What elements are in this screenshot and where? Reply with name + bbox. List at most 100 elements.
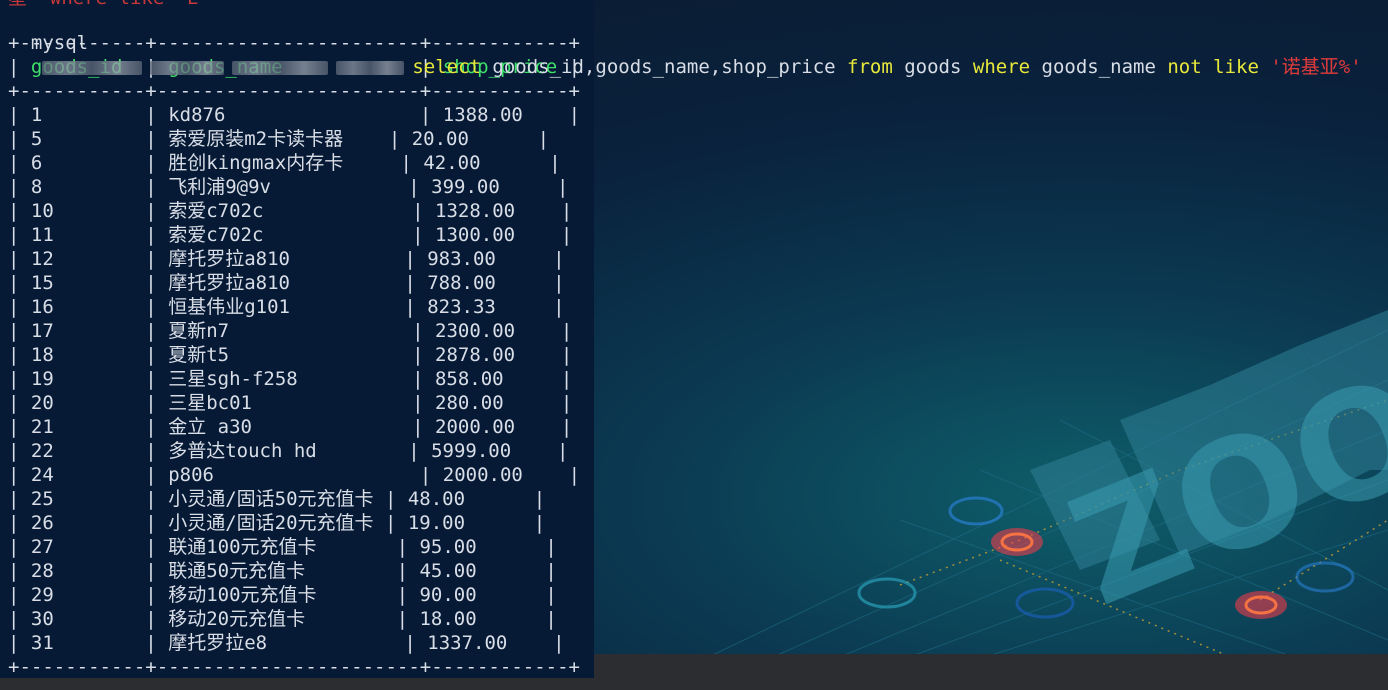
table-cell: 多普达touch hd <box>168 440 317 462</box>
terminal-window[interactable]: 星 where like 'E' +-----------+----------… <box>0 0 594 678</box>
table-row: | 28 | 联通50元充值卡 | 45.00 | <box>8 560 557 582</box>
table-cell: 29 <box>30 584 54 606</box>
table-row: | 10 | 索爱c702c | 1328.00 | <box>8 200 573 222</box>
command-line[interactable]: mysql select goods_id,goods_name,shop_pr… <box>8 7 1362 78</box>
table-cell: 金立 a30 <box>168 416 252 438</box>
table-cell: 2300.00 <box>435 320 516 342</box>
redacted-segment <box>42 60 143 75</box>
table-row: | 6 | 胜创kingmax内存卡 | 42.00 | <box>8 152 561 174</box>
table-cell: 24 <box>30 464 54 486</box>
table-row: | 16 | 恒基伟业g101 | 823.33 | <box>8 296 565 318</box>
table-cell: kd876 <box>168 104 226 126</box>
table-row: | 11 | 索爱c702c | 1300.00 | <box>8 224 573 246</box>
table-cell: 三星sgh-f258 <box>168 368 298 390</box>
redacted-segment <box>336 60 405 75</box>
table-cell: 1337.00 <box>427 632 508 654</box>
table-cell: 20.00 <box>411 128 469 150</box>
table-cell: 索爱c702c <box>168 224 264 246</box>
table-cell: 摩托罗拉e8 <box>168 632 268 654</box>
table-cell: 夏新n7 <box>168 320 230 342</box>
table-cell: 26 <box>30 512 54 534</box>
table-cell: 25 <box>30 488 54 510</box>
table-cell: 21 <box>30 416 54 438</box>
table-cell: 移动100元充值卡 <box>168 584 317 606</box>
table-cell: 17 <box>30 320 54 342</box>
terminal-bottom-strip <box>0 678 594 690</box>
redacted-credentials <box>31 56 412 78</box>
table-cell: 小灵通/固话20元充值卡 <box>168 512 374 534</box>
table-cell: 399.00 <box>431 176 500 198</box>
table-cell: 胜创kingmax内存卡 <box>168 152 344 174</box>
table-cell: 索爱原装m2卡读卡器 <box>168 128 344 150</box>
table-cell: 45.00 <box>419 560 477 582</box>
table-cell: 1300.00 <box>435 224 516 246</box>
table-cell: 夏新t5 <box>168 344 230 366</box>
table-row: | 22 | 多普达touch hd | 5999.00 | <box>8 440 569 462</box>
table-cell: 三星bc01 <box>168 392 252 414</box>
table-row: | 20 | 三星bc01 | 280.00 | <box>8 392 573 414</box>
table-cell: 27 <box>30 536 54 558</box>
table-cell: 摩托罗拉a810 <box>168 272 290 294</box>
redacted-segment <box>232 60 329 75</box>
table-cell: 42.00 <box>423 152 481 174</box>
taskbar-strip <box>594 654 1388 690</box>
table-row: | 30 | 移动20元充值卡 | 18.00 | <box>8 608 557 630</box>
table-cell: 小灵通/固话50元充值卡 <box>168 488 374 510</box>
table-cell: p806 <box>168 464 214 486</box>
table-border: +-----------+-----------------------+---… <box>8 656 580 678</box>
table-cell: 8 <box>30 176 43 198</box>
table-cell: 823.33 <box>427 296 496 318</box>
table-row: | 21 | 金立 a30 | 2000.00 | <box>8 416 573 438</box>
sql-token: goods_id,goods_name,shop_price <box>480 56 848 78</box>
table-cell: 90.00 <box>419 584 477 606</box>
sql-token: where <box>972 56 1031 78</box>
table-cell: 5 <box>30 128 43 150</box>
table-row: | 12 | 摩托罗拉a810 | 983.00 | <box>8 248 565 270</box>
sql-token: '诺基亚%' <box>1270 56 1362 78</box>
sql-token: not <box>1167 56 1202 78</box>
table-cell: 28 <box>30 560 54 582</box>
table-cell: 788.00 <box>427 272 496 294</box>
table-cell: 983.00 <box>427 248 496 270</box>
table-cell: 19 <box>30 368 54 390</box>
table-row: | 24 | p806 | 2000.00 | <box>8 464 581 486</box>
sql-token: from <box>847 56 893 78</box>
table-cell: 恒基伟业g101 <box>168 296 290 318</box>
mysql-prompt: mysql <box>30 32 89 54</box>
table-cell: 20 <box>30 392 54 414</box>
table-row: | 26 | 小灵通/固话20元充值卡 | 19.00 | <box>8 512 546 534</box>
table-cell: 1328.00 <box>435 200 516 222</box>
table-cell: 18.00 <box>419 608 477 630</box>
table-cell: 22 <box>30 440 54 462</box>
table-row: | 27 | 联通100元充值卡 | 95.00 | <box>8 536 557 558</box>
table-cell: 2878.00 <box>435 344 516 366</box>
table-cell: 95.00 <box>419 536 477 558</box>
table-cell: 18 <box>30 344 54 366</box>
table-cell: 1388.00 <box>442 104 523 126</box>
table-cell: 48.00 <box>407 488 466 510</box>
table-cell: 19.00 <box>407 512 466 534</box>
table-cell: 12 <box>30 248 54 270</box>
table-cell: 5999.00 <box>431 440 512 462</box>
table-cell: 移动20元充值卡 <box>168 608 306 630</box>
table-cell: 6 <box>30 152 43 174</box>
table-border: +-----------+-----------------------+---… <box>8 80 580 102</box>
table-row: | 15 | 摩托罗拉a810 | 788.00 | <box>8 272 565 294</box>
sql-query: select goods_id,goods_name,shop_price fr… <box>412 56 1361 78</box>
sql-token: goods <box>892 56 973 78</box>
table-cell: 11 <box>30 224 54 246</box>
table-row: | 19 | 三星sgh-f258 | 858.00 | <box>8 368 573 390</box>
table-row: | 29 | 移动100元充值卡 | 90.00 | <box>8 584 557 606</box>
table-cell: 索爱c702c <box>168 200 264 222</box>
table-row: | 18 | 夏新t5 | 2878.00 | <box>8 344 573 366</box>
table-cell: 联通50元充值卡 <box>168 560 306 582</box>
table-cell: 858.00 <box>434 368 504 390</box>
table-border: +-----------+-----------------------+---… <box>8 32 580 54</box>
table-row: | 31 | 摩托罗拉e8 | 1337.00 | <box>8 632 565 654</box>
table-row: | 17 | 夏新n7 | 2300.00 | <box>8 320 573 342</box>
table-cell: 280.00 <box>435 392 504 414</box>
redacted-segment <box>150 60 225 75</box>
table-cell: 2000.00 <box>442 464 523 486</box>
